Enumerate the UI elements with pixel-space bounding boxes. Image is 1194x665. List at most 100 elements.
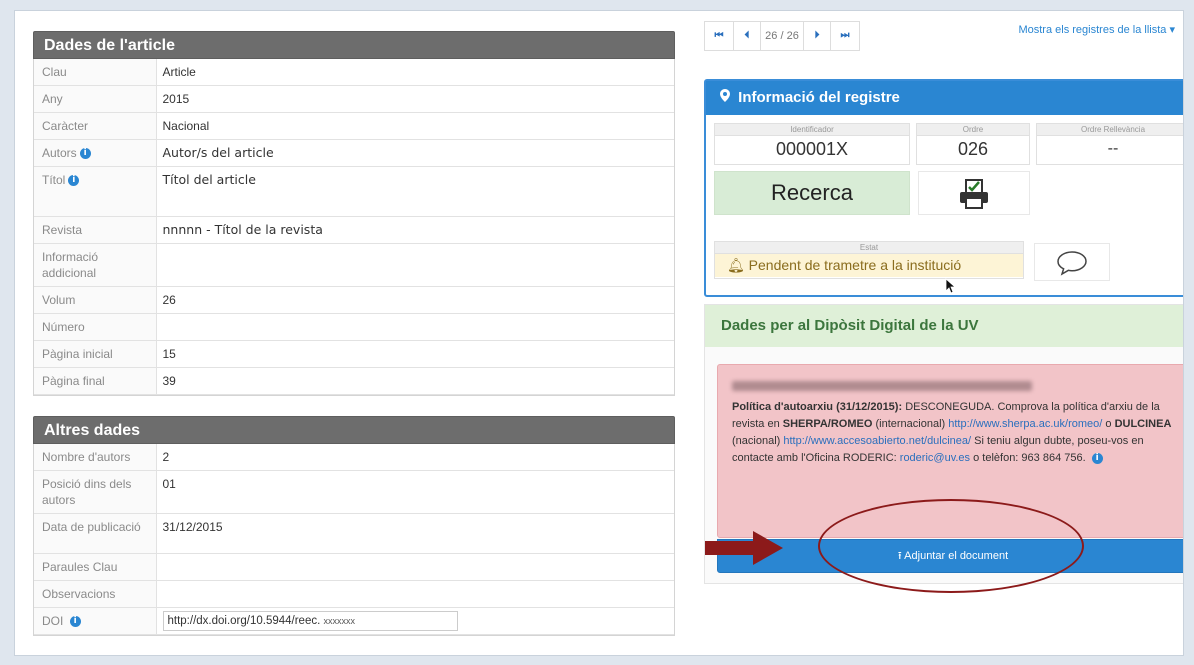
field-label: Paraules Clau [34, 553, 157, 581]
table-row: Autors i Autor/s del article [34, 139, 674, 167]
field-label: Autors i [34, 139, 157, 167]
field-label: Any [34, 85, 157, 113]
field-label: Clau [34, 59, 157, 86]
international-label: (internacional) [875, 418, 946, 430]
table-row: DOI i http://dx.doi.org/10.5944/reec. xx… [34, 608, 674, 635]
doi-field[interactable]: http://dx.doi.org/10.5944/reec. xxxxxxx [162, 611, 458, 631]
field-value: 01 [156, 470, 674, 514]
first-record-button[interactable]: ⏮ [704, 21, 734, 51]
first-icon: ⏮ [714, 30, 724, 41]
record-info-title: Informació del registre [738, 89, 900, 106]
field-value [156, 243, 674, 287]
dulcinea-link[interactable]: http://www.accesoabierto.net/dulcinea/ [783, 435, 971, 447]
relevance-order-label: Ordre Rellevància [1037, 124, 1183, 136]
doi-value: http://dx.doi.org/10.5944/reec. [167, 615, 321, 627]
previous-record-button[interactable]: ⏴ [733, 21, 761, 51]
article-section: Dades de l'article Clau Article Any 2015 Car… [33, 31, 675, 396]
field-label-text: Any [42, 92, 63, 106]
info-icon[interactable]: i [1091, 452, 1103, 464]
other-section-title: Altres dades [33, 416, 675, 444]
table-row: Número [34, 313, 674, 341]
field-value: 15 [156, 340, 674, 368]
show-list-link[interactable]: Mostra els registres de la llista ▾ [1018, 23, 1175, 36]
table-row: Volum 26 [34, 286, 674, 314]
table-row: Clau Article [34, 59, 674, 86]
field-label: Pàgina final [34, 367, 157, 395]
field-value: Títol del article [156, 166, 674, 217]
policy-text: Política d'autoarxiu (31/12/2015): DESCO… [732, 399, 1174, 467]
comment-button[interactable] [1034, 243, 1110, 281]
doi-suffix: xxxxxxx [323, 616, 356, 626]
field-label-text: Nombre d'autors [42, 450, 131, 464]
field-label-text: Pàgina final [42, 374, 105, 388]
field-label-text: Posició dins dels autors [42, 477, 132, 507]
policy-label: Política d'autoarxiu (31/12/2015): [732, 401, 903, 413]
article-section-title: Dades de l'article [33, 31, 675, 59]
order-value: 026 [957, 139, 989, 159]
field-label-text: Clau [42, 65, 67, 79]
bell-icon: 🔔︎ [727, 258, 745, 274]
type-badge: Recerca [714, 171, 910, 215]
table-row: Títol i Títol del article [34, 166, 674, 217]
field-label: DOI i [34, 608, 157, 635]
annotation-arrow [705, 531, 783, 565]
repository-title: Dades per al Dipòsit Digital de la UV [705, 305, 1183, 347]
left-panel: Dades de l'article Clau Article Any 2015 Car… [33, 31, 675, 636]
sherpa-link[interactable]: http://www.sherpa.ac.uk/romeo/ [948, 418, 1102, 430]
info-icon[interactable]: i [68, 175, 80, 187]
other-table: Nombre d'autors 2 Posició dins dels autors… [34, 444, 674, 608]
field-value: 2 [156, 444, 674, 471]
field-value [156, 580, 674, 608]
field-label: Pàgina inicial [34, 340, 157, 368]
last-record-button[interactable]: ⏭ [830, 21, 860, 51]
table-row: Informació addicional [34, 243, 674, 287]
email-link[interactable]: roderic@uv.es [900, 452, 970, 464]
info-icon[interactable]: i [79, 148, 91, 160]
table-row: Revista nnnnn - Títol de la revista [34, 216, 674, 244]
field-value: 26 [156, 286, 674, 314]
last-icon: ⏭ [840, 30, 850, 41]
order-label: Ordre [917, 124, 1029, 136]
field-label: Observacions [34, 580, 157, 608]
field-label: Títol i [34, 166, 157, 217]
identifier-box: Identificador 000001X [714, 123, 910, 165]
identifier-label: Identificador [715, 124, 909, 136]
info-icon[interactable]: i [69, 616, 81, 628]
field-label: Data de publicació [34, 513, 157, 554]
order-box: Ordre 026 [916, 123, 1030, 165]
status-value: 🔔︎ Pendent de trametre a la institució [715, 254, 1023, 277]
field-label: Informació addicional [34, 243, 157, 287]
mouse-cursor-icon [945, 278, 957, 294]
doi-row-table: DOI i http://dx.doi.org/10.5944/reec. xx… [34, 608, 674, 635]
table-row: Any 2015 [34, 85, 674, 113]
journal-name-blurred [732, 381, 1032, 391]
table-row: Paraules Clau [34, 553, 674, 581]
field-label-text: Informació addicional [42, 250, 99, 280]
table-row: Nombre d'autors 2 [34, 444, 674, 471]
sherpa-label: SHERPA/ROMEO [782, 418, 873, 430]
field-label: Revista [34, 216, 157, 244]
field-label-text: Número [42, 320, 85, 334]
field-label-text: Data de publicació [42, 520, 141, 534]
annotation-ellipse [818, 499, 1084, 593]
table-row: Data de publicació 31/12/2015 [34, 513, 674, 554]
print-button[interactable] [918, 171, 1030, 215]
identifier-value: 000001X [775, 139, 849, 159]
table-row: Observacions [34, 580, 674, 608]
print-check-icon [960, 179, 988, 209]
record-info-panel: Informació del registre Identificador 00… [704, 79, 1183, 297]
national-label: (nacional) [732, 435, 781, 447]
field-label: Volum [34, 286, 157, 314]
next-record-button[interactable]: ⏵ [803, 21, 831, 51]
field-label-text: Observacions [42, 587, 116, 601]
relevance-order-value: -- [1107, 140, 1119, 157]
table-row: Pàgina inicial 15 [34, 340, 674, 368]
field-value: 31/12/2015 [156, 513, 674, 554]
field-label-text: Títol [42, 173, 66, 187]
doi-label: DOI [42, 614, 64, 628]
table-row: Caràcter Nacional [34, 112, 674, 140]
field-label: Número [34, 313, 157, 341]
status-box: Estat 🔔︎ Pendent de trametre a la instit… [714, 241, 1024, 279]
field-value: 39 [156, 367, 674, 395]
next-icon: ⏵ [814, 30, 820, 41]
